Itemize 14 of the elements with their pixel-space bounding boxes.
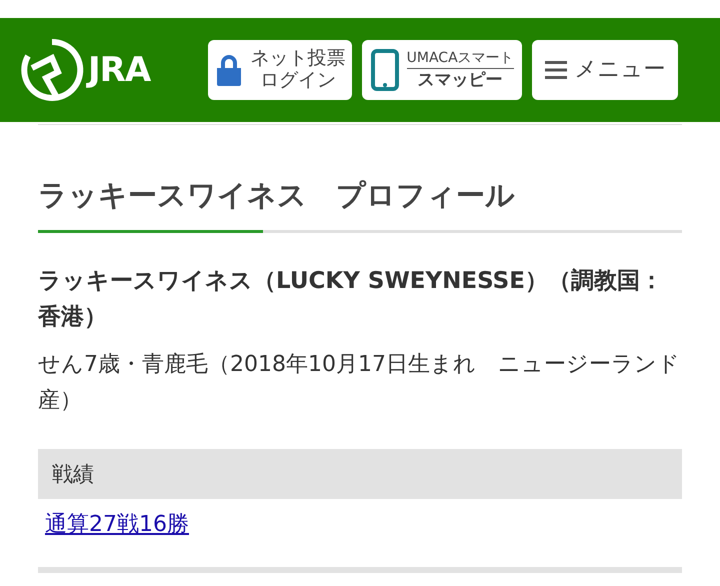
button-label: メニュー (574, 57, 666, 83)
button-label: ログイン (260, 70, 336, 92)
section-heading: 戦績 (38, 449, 682, 499)
logo-text: JRA (88, 50, 150, 90)
horse-name: ラッキースワイネス（LUCKY SWEYNESSE）（調教国：香港） (38, 267, 664, 332)
horse-info: せん7歳・青鹿毛（2018年10月17日生まれ ニュージーランド産） (38, 351, 681, 415)
button-label: UMACAスマート (406, 50, 514, 69)
button-label: スマッピー (418, 70, 503, 90)
login-button[interactable]: ネット投票 ログイン (208, 40, 352, 100)
page-title: ラッキースワイネス プロフィール (38, 177, 516, 214)
app-button[interactable]: UMACAスマート スマッピー (362, 40, 522, 100)
button-label: ネット投票 (250, 48, 346, 70)
record-link[interactable]: 通算27戦16勝 (45, 509, 189, 539)
menu-button[interactable]: メニュー (532, 40, 678, 100)
